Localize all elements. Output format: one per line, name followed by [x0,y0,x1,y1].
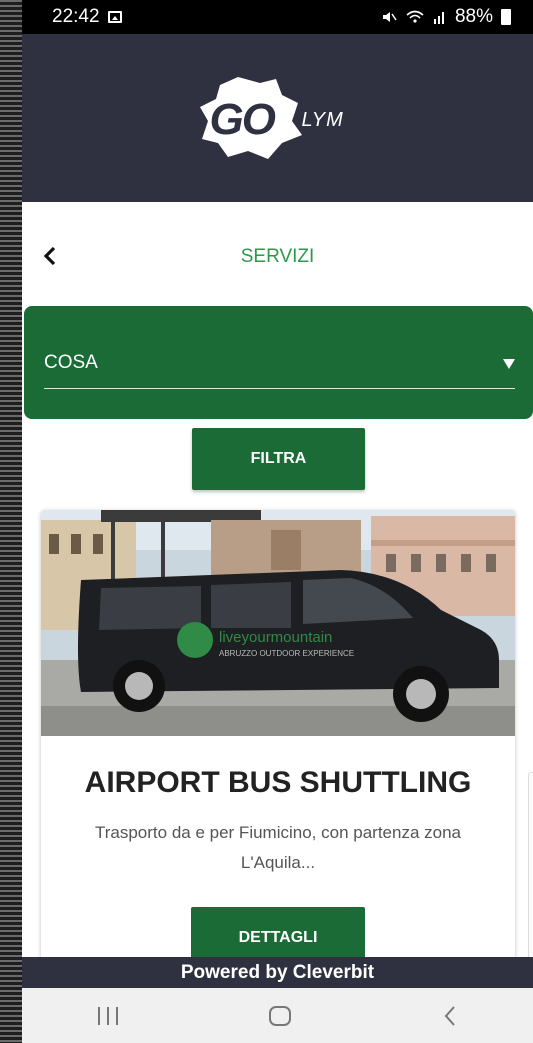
scrollbar[interactable] [528,772,533,972]
battery-level: 88% [454,6,493,27]
service-title: AIRPORT BUS SHUTTLING [84,766,472,799]
filter-button[interactable]: FILTRA [192,428,365,490]
page-title: SERVIZI [240,246,315,267]
status-time: 22:42 [52,6,100,27]
page-topbar: SERVIZI [22,202,533,306]
logo-lym-text: LYM [301,109,344,131]
select-underline [44,388,515,389]
decal-sub: ABRUZZO OUTDOOR EXPERIENCE [219,649,354,658]
recent-apps-icon[interactable] [97,1006,118,1025]
signal-icon [433,12,444,24]
service-card: liveyourmountain ABRUZZO OUTDOOR EXPERIE… [41,510,515,970]
cosa-select[interactable]: COSA [44,352,98,374]
footer: Powered by Cleverbit [22,957,533,988]
wifi-icon [406,10,424,23]
gallery-icon [107,11,122,23]
mute-icon [382,12,397,22]
nav-back-icon[interactable] [443,1005,457,1027]
left-edge [0,0,22,1043]
main-content: SERVIZI COSA FILTRA liveyourmountain ABR… [22,202,533,972]
golym-logo: GO LYM [198,73,358,163]
service-photo: liveyourmountain ABRUZZO OUTDOOR EXPERIE… [41,510,515,736]
filter-panel: COSA [24,306,533,419]
service-description: Trasporto da e per Fiumicino, con parten… [94,823,461,872]
dropdown-arrow-icon[interactable] [503,359,515,369]
app-header: GO LYM [22,34,533,202]
home-icon[interactable] [269,1005,292,1026]
android-nav-bar [22,988,533,1043]
phone-screen: 22:42 88% GO LYM SERVIZI COSA FILTRA liv… [22,0,533,1043]
decal-brand: liveyourmountain [219,629,332,646]
status-bar: 22:42 88% [22,0,533,34]
battery-icon [501,9,511,25]
logo-go-text: GO [209,95,276,144]
